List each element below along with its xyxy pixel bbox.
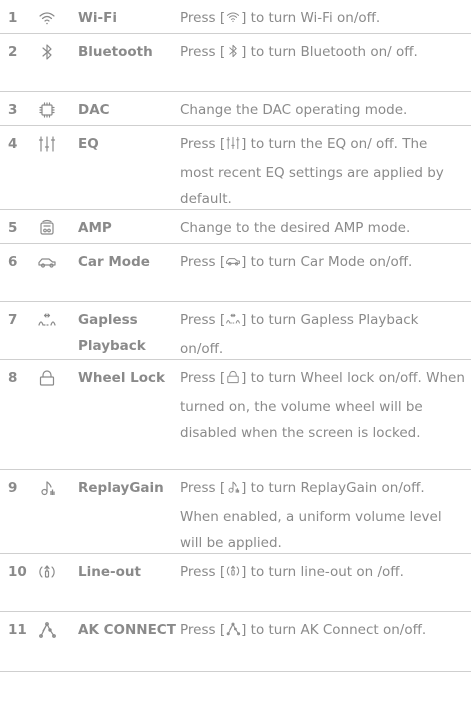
description-text: ] to turn Car Mode on/off.	[241, 254, 413, 270]
row-number: 5	[8, 220, 18, 236]
line-out-icon	[225, 562, 241, 588]
description-prefix: Press [	[180, 622, 226, 638]
description-prefix: Press [	[180, 10, 226, 26]
description-text: Change the DAC operating mode.	[180, 102, 408, 118]
table-row: 5 AMP Change to the desired AMP mode.	[0, 210, 471, 244]
feature-description: Press [ ] to turn the EQ on/ off. The mo…	[180, 126, 471, 212]
description-prefix: Press [	[180, 564, 226, 580]
gapless-icon	[24, 302, 70, 362]
feature-description: Press [ ] to turn Wheel lock on/off. Whe…	[180, 360, 471, 469]
table-row: 8 Wheel Lock Press [ ] to turn Wheel lock …	[0, 360, 471, 470]
gapless-icon	[225, 310, 241, 336]
feature-description: Press [ ] to turn Wi-Fi on/off.	[180, 0, 471, 34]
table-row: 4 EQ Press [ ] to turn the EQ on/ off. The…	[0, 126, 471, 210]
equalizer-icon	[225, 134, 241, 160]
description-prefix: Press [	[180, 480, 226, 496]
row-number: 8	[8, 370, 18, 386]
row-number: 6	[8, 254, 18, 270]
feature-description: Change to the desired AMP mode.	[180, 210, 471, 243]
feature-description: Press [ ] to turn Gapless Playback on/of…	[180, 302, 471, 362]
feature-name: Car Mode	[78, 254, 150, 270]
replaygain-icon	[24, 470, 70, 556]
amp-icon	[24, 210, 70, 243]
table-row: 2 Bluetooth Press [ ] to turn Bluetooth on…	[0, 34, 471, 92]
feature-description: Press [ ] to turn Car Mode on/off.	[180, 244, 471, 301]
feature-name: Gapless Playback	[78, 312, 146, 354]
line-out-icon	[24, 554, 70, 611]
description-prefix: Press [	[180, 312, 226, 328]
row-number: 9	[8, 480, 18, 496]
feature-name: Bluetooth	[78, 44, 153, 60]
description-text: Change to the desired AMP mode.	[180, 220, 411, 236]
feature-name: DAC	[78, 102, 110, 118]
description-text: ] to turn line-out on /off.	[241, 564, 404, 580]
table-row: 7 Gapless Playback Press [ ] to turn Gaple…	[0, 302, 471, 360]
equalizer-icon	[24, 126, 70, 212]
description-text: ] to turn Wi-Fi on/off.	[241, 10, 381, 26]
replaygain-icon	[225, 478, 241, 504]
description-text: ] to turn Bluetooth on/ off.	[241, 44, 418, 60]
car-icon	[24, 244, 70, 301]
row-number: 11	[8, 622, 27, 638]
feature-name: AMP	[78, 220, 112, 236]
bluetooth-icon	[24, 34, 70, 91]
description-prefix: Press [	[180, 254, 226, 270]
wifi-icon	[225, 8, 241, 34]
feature-description: Press [ ] to turn ReplayGain on/off. Whe…	[180, 470, 471, 556]
wifi-icon	[24, 0, 70, 34]
lock-icon	[24, 360, 70, 469]
table-row: 3 DAC Change the DAC operating mode.	[0, 92, 471, 126]
feature-description: Press [ ] to turn line-out on /off.	[180, 554, 471, 611]
table-row: 1 Wi-Fi Press [ ] to turn Wi-Fi on/off.	[0, 0, 471, 34]
row-number: 1	[8, 10, 18, 26]
feature-table: 1 Wi-Fi Press [ ] to turn Wi-Fi on/off. 2 Bl…	[0, 0, 471, 672]
description-text: ] to turn AK Connect on/off.	[241, 622, 427, 638]
feature-name: ReplayGain	[78, 480, 164, 496]
feature-description: Press [ ] to turn Bluetooth on/ off.	[180, 34, 471, 91]
table-row: 9 ReplayGain Press [ ] to turn ReplayGain …	[0, 470, 471, 554]
description-prefix: Press [	[180, 136, 226, 152]
row-number: 3	[8, 102, 18, 118]
row-number: 2	[8, 44, 18, 60]
row-number: 10	[8, 564, 27, 580]
bluetooth-icon	[225, 42, 241, 68]
table-row: 11 AK CONNECT Press [ ] to turn AK Connect…	[0, 612, 471, 672]
row-number: 4	[8, 136, 18, 152]
car-icon	[225, 252, 241, 278]
table-row: 6 Car Mode Press [ ] to turn Car Mode on/o…	[0, 244, 471, 302]
description-prefix: Press [	[180, 44, 226, 60]
ak-connect-icon	[225, 620, 241, 646]
row-number: 7	[8, 312, 18, 328]
feature-name: Wheel Lock	[78, 370, 165, 386]
chip-icon	[24, 92, 70, 125]
feature-description: Change the DAC operating mode.	[180, 92, 471, 125]
description-prefix: Press [	[180, 370, 226, 386]
feature-name: Wi-Fi	[78, 10, 117, 26]
feature-description: Press [ ] to turn AK Connect on/off.	[180, 612, 471, 671]
feature-name: AK CONNECT	[78, 622, 176, 638]
feature-name: Line-out	[78, 564, 141, 580]
lock-icon	[225, 368, 241, 394]
feature-name: EQ	[78, 136, 99, 152]
ak-connect-icon	[24, 612, 70, 671]
table-row: 10 Line-out Press [ ] to turn line-out on …	[0, 554, 471, 612]
